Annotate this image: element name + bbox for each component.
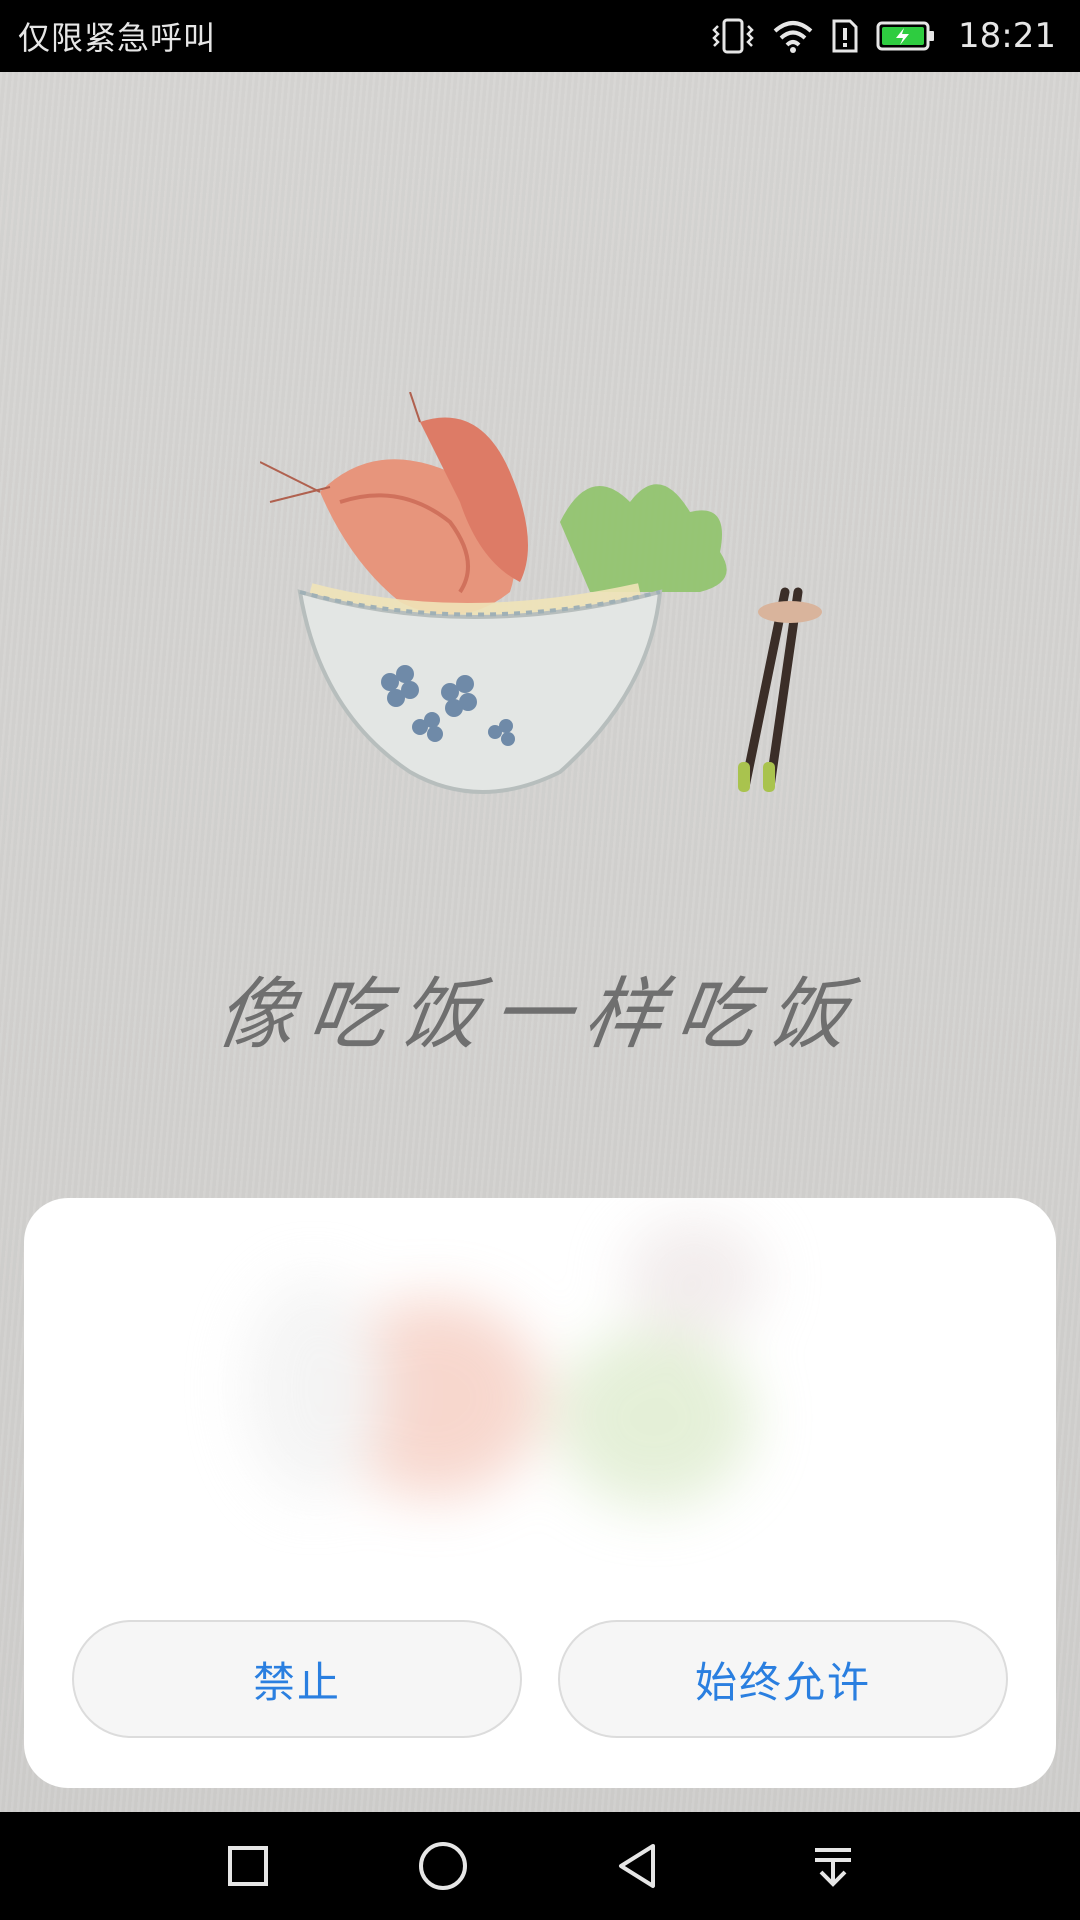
deny-button[interactable]: 禁止 [72,1620,522,1738]
wifi-icon [772,17,814,55]
vibrate-icon [710,16,756,56]
recent-apps-icon[interactable] [208,1826,288,1906]
sim-alert-icon [830,17,860,55]
notification-pulldown-icon[interactable] [793,1826,873,1906]
always-allow-button[interactable]: 始终允许 [558,1620,1008,1738]
clock-time: 18:21 [958,16,1056,56]
app-screen: 仅限紧急呼叫 18:21 像吃饭一样吃饭 禁止 始终允许 [0,0,1080,1920]
home-icon[interactable] [403,1826,483,1906]
slogan-text: 像吃饭一样吃饭 [210,970,868,1060]
back-icon[interactable] [598,1826,678,1906]
permission-dialog: 禁止 始终允许 [24,1198,1056,1788]
blurred-image-placeholder [204,1218,904,1548]
shrimp-noodle-bowl-illustration [260,392,822,794]
status-icons: 18:21 [710,16,1056,56]
carrier-text: 仅限紧急呼叫 [18,19,217,57]
battery-charging-icon [876,19,936,53]
status-bar: 仅限紧急呼叫 18:21 [0,0,1080,72]
navigation-bar [0,1812,1080,1920]
